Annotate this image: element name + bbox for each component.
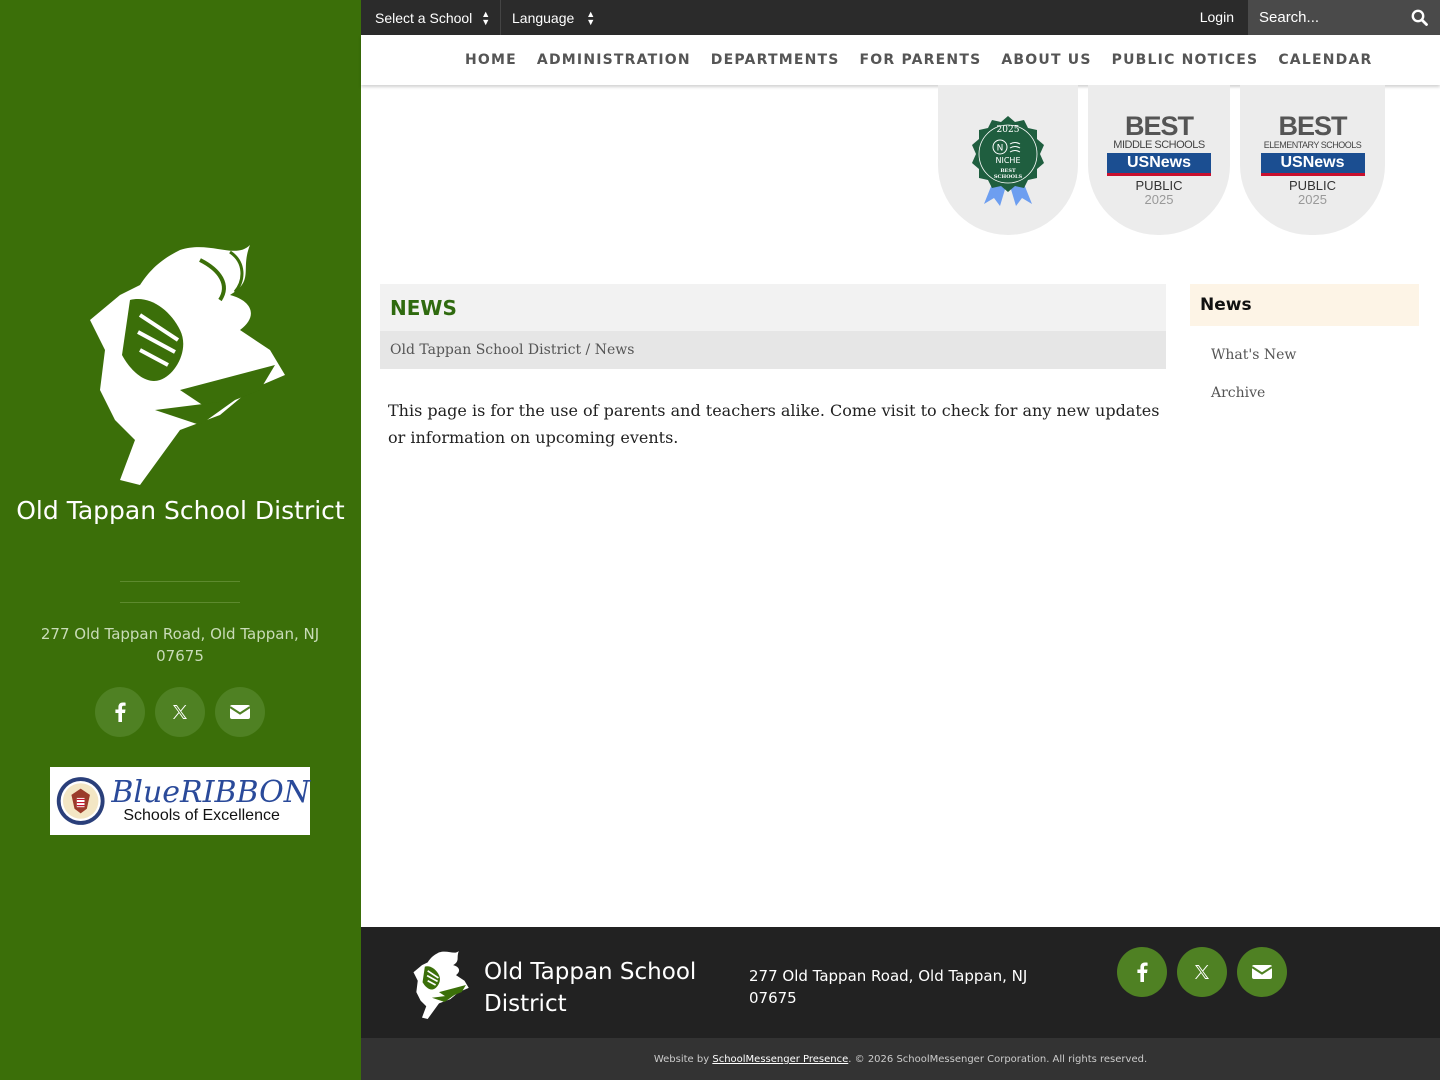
usnews-middle-badge[interactable]: BEST MIDDLE SCHOOLS USNews PUBLIC 2025: [1088, 85, 1230, 235]
svg-text:N: N: [997, 144, 1004, 154]
select-school-label: Select a School: [375, 9, 473, 26]
badge-kind: PUBLIC: [1289, 178, 1336, 193]
nav-home[interactable]: HOME: [465, 52, 517, 68]
breadcrumb-current[interactable]: News: [595, 342, 635, 358]
footer: Old Tappan School District 277 Old Tappa…: [361, 927, 1440, 1038]
badge-best: BEST: [1278, 111, 1347, 141]
copyright-prefix: Website by: [653, 1054, 713, 1065]
blue-ribbon-logo[interactable]: BlueRIBBON Schools of Excellence: [50, 767, 310, 835]
login-link[interactable]: Login: [1200, 0, 1234, 35]
x-icon[interactable]: [155, 687, 205, 737]
search-input[interactable]: [1248, 0, 1403, 35]
language-dropdown[interactable]: Language ▲ ▼: [498, 0, 609, 35]
footer-knight-logo: [413, 951, 469, 1019]
x-icon[interactable]: [1177, 947, 1227, 997]
language-label: Language: [512, 9, 575, 26]
badge-year: 2025: [1298, 192, 1327, 207]
seal-icon: [56, 777, 105, 825]
subnav-heading: News: [1190, 284, 1419, 326]
sidebar: Old Tappan School District 277 Old Tappa…: [0, 0, 361, 1080]
envelope-icon[interactable]: [215, 687, 265, 737]
breadcrumb-separator: /: [581, 342, 595, 358]
usnews-logo: USNews: [1107, 153, 1211, 176]
district-address: 277 Old Tappan Road, Old Tappan, NJ 0767…: [40, 625, 320, 665]
badge-year: 2025: [1144, 192, 1174, 207]
knight-logo: [90, 245, 285, 485]
district-name: Old Tappan School District: [16, 496, 345, 525]
usnews-elementary-badge[interactable]: BEST ELEMENTARY SCHOOLS USNews PUBLIC 20…: [1240, 85, 1385, 235]
niche-brand: NICHE: [996, 156, 1021, 165]
envelope-icon[interactable]: [1237, 947, 1287, 997]
divider: [120, 602, 240, 603]
facebook-icon[interactable]: [95, 687, 145, 737]
niche-year: 2025: [997, 125, 1020, 135]
usnews-elementary-award: BEST ELEMENTARY SCHOOLS USNews PUBLIC 20…: [1260, 111, 1365, 207]
main-nav: HOME ADMINISTRATION DEPARTMENTS FOR PARE…: [361, 35, 1440, 85]
svg-text:SCHOOLS: SCHOOLS: [994, 174, 1023, 180]
footer-address: 277 Old Tappan Road, Old Tappan, NJ 0767…: [749, 967, 1028, 1007]
niche-badge[interactable]: 2025 N NICHE BEST SCHOOLS: [938, 85, 1078, 235]
nav-administration[interactable]: ADMINISTRATION: [537, 52, 691, 68]
copyright-bar: Website by SchoolMessenger Presence. © 2…: [361, 1038, 1440, 1080]
subnav-item-archive[interactable]: Archive: [1211, 385, 1265, 401]
nav-calendar[interactable]: CALENDAR: [1278, 52, 1372, 68]
updown-arrow-icon: ▲ ▼: [586, 8, 596, 27]
subnav-item-whats-new[interactable]: What's New: [1211, 347, 1296, 363]
niche-award-icon: 2025 N NICHE BEST SCHOOLS: [972, 116, 1044, 206]
page-title: NEWS: [390, 296, 457, 320]
badge-kind: PUBLIC: [1135, 178, 1183, 193]
breadcrumb: Old Tappan School District / News: [380, 331, 1166, 369]
usnews-logo: USNews: [1260, 153, 1365, 176]
badge-subtitle: MIDDLE SCHOOLS: [1113, 139, 1205, 151]
social-links: [95, 687, 265, 737]
nav-public-notices[interactable]: PUBLIC NOTICES: [1112, 52, 1259, 68]
nav-departments[interactable]: DEPARTMENTS: [711, 52, 840, 68]
breadcrumb-root-link[interactable]: Old Tappan School District: [390, 342, 581, 358]
ribbon-subtitle: Schools of Excellence: [123, 807, 280, 824]
divider: [120, 581, 240, 582]
schoolmessenger-link[interactable]: SchoolMessenger Presence: [712, 1054, 848, 1065]
facebook-icon[interactable]: [1117, 947, 1167, 997]
footer-social-links: [1117, 947, 1287, 997]
page-header: NEWS Old Tappan School District / News: [380, 284, 1166, 369]
badge-subtitle: ELEMENTARY SCHOOLS: [1263, 140, 1362, 150]
footer-district-name: Old Tappan School District: [484, 959, 697, 1017]
badge-best: BEST: [1124, 111, 1194, 141]
copyright-suffix: . © 2026 SchoolMessenger Corporation. Al…: [848, 1054, 1148, 1065]
nav-for-parents[interactable]: FOR PARENTS: [860, 52, 982, 68]
page-body-text: This page is for the use of parents and …: [388, 401, 1160, 447]
top-bar: Select a School ▲ ▼ Language ▲ ▼ Login: [361, 0, 1440, 35]
search-box: [1248, 0, 1440, 35]
search-icon[interactable]: [1411, 9, 1428, 26]
updown-arrow-icon: ▲ ▼: [481, 8, 491, 27]
ribbon-title: BlueRIBBON: [111, 775, 310, 810]
nav-about-us[interactable]: ABOUT US: [1001, 52, 1091, 68]
select-school-dropdown[interactable]: Select a School ▲ ▼: [361, 0, 504, 35]
usnews-middle-award: BEST MIDDLE SCHOOLS USNews PUBLIC 2025: [1107, 113, 1211, 207]
